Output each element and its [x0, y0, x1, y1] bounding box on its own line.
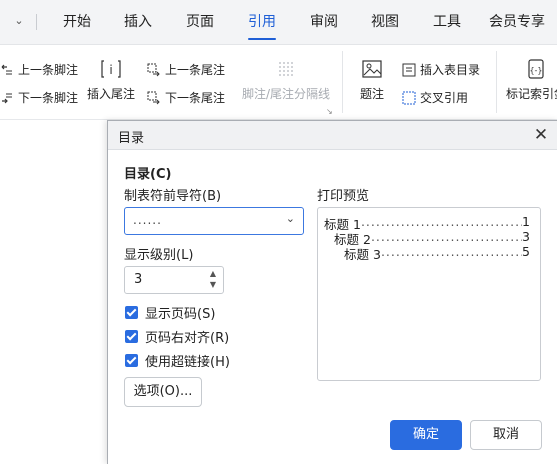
separator-icon — [279, 62, 293, 76]
tab-leader-select[interactable]: ...... ⌄ — [124, 207, 304, 235]
tab-view[interactable]: 视图 — [371, 0, 399, 44]
tab-member[interactable]: 会员专享 — [489, 0, 545, 44]
cancel-button[interactable]: 取消 — [470, 420, 542, 450]
next-footnote-icon — [2, 93, 12, 103]
ribbon-divider — [496, 51, 497, 113]
next-endnote-button[interactable]: 下一条尾注 — [147, 89, 225, 106]
cross-reference-button[interactable]: 交叉引用 — [402, 89, 468, 106]
prev-footnote-button[interactable]: 上一条脚注 — [0, 61, 78, 78]
footnote-separator-button[interactable]: 脚注/尾注分隔线 — [240, 59, 332, 102]
ribbon-tab-bar: ⌄ 开始 插入 页面 引用 审阅 视图 工具 会员专享 — [0, 0, 557, 45]
tab-home[interactable]: 开始 — [63, 0, 91, 44]
mark-index-entry-button[interactable]: {-} 标记索引剑 — [506, 59, 557, 102]
show-levels-spinbox[interactable]: 3 ▲ ▼ — [124, 266, 224, 294]
tab-references[interactable]: 引用 — [248, 0, 276, 44]
svg-text:{-}: {-} — [529, 66, 542, 75]
spin-up-icon[interactable]: ▲ — [208, 269, 218, 279]
next-footnote-button[interactable]: 下一条脚注 — [0, 89, 78, 106]
tab-insert[interactable]: 插入 — [124, 0, 152, 44]
ribbon-divider — [342, 51, 343, 113]
chevron-down-icon[interactable]: ⌄ — [10, 14, 28, 28]
image-icon — [362, 60, 382, 78]
prev-endnote-button[interactable]: 上一条尾注 — [147, 61, 225, 78]
ok-button[interactable]: 确定 — [390, 420, 462, 450]
use-hyperlinks-checkbox[interactable]: 使用超链接(H) — [125, 351, 230, 370]
checkbox-checked-icon — [125, 354, 138, 367]
ribbon-panel: 上一条脚注 下一条脚注 i 插入尾注 上一条尾注 下一条尾注 脚注/尾注分隔线 … — [0, 45, 557, 120]
show-levels-value: 3 — [134, 272, 143, 287]
preview-line: 标题 3 ...................................… — [344, 244, 530, 262]
svg-text:i: i — [109, 63, 112, 77]
tab-page[interactable]: 页面 — [186, 0, 214, 44]
caption-button[interactable]: 题注 — [355, 59, 389, 102]
insert-endnote-button[interactable]: i 插入尾注 — [86, 59, 136, 102]
preview-label: 打印预览 — [317, 189, 370, 204]
toc-dialog: 目录 ✕ 目录(C) 制表符前导符(B) ...... ⌄ 显示级别(L) 3 … — [107, 120, 557, 464]
dialog-title: 目录 — [118, 131, 145, 146]
section-title: 目录(C) — [124, 167, 172, 182]
checkbox-checked-icon — [125, 330, 138, 343]
insert-endnote-icon: i — [101, 60, 121, 78]
tab-leader-label: 制表符前导符(B) — [124, 189, 222, 204]
document-area[interactable] — [0, 120, 107, 463]
tab-tools[interactable]: 工具 — [433, 0, 461, 44]
options-button[interactable]: 选项(O)... — [124, 377, 202, 407]
group-expand-icon[interactable]: ↘ — [326, 107, 333, 116]
prev-endnote-icon — [147, 63, 160, 76]
insert-table-of-figures-button[interactable]: 插入表目录 — [402, 61, 480, 78]
checkbox-checked-icon — [125, 306, 138, 319]
show-page-numbers-checkbox[interactable]: 显示页码(S) — [125, 303, 215, 322]
table-of-figures-icon — [402, 63, 416, 76]
chevron-down-icon: ⌄ — [285, 212, 295, 225]
show-levels-label: 显示级别(L) — [124, 248, 194, 263]
dialog-title-bar: 目录 ✕ — [108, 121, 557, 150]
tab-leader-value: ...... — [133, 213, 162, 227]
tab-review[interactable]: 审阅 — [310, 0, 338, 44]
index-entry-icon: {-} — [528, 59, 544, 79]
print-preview: 标题 1 ...................................… — [317, 207, 541, 381]
next-endnote-icon — [147, 91, 160, 104]
cross-reference-icon — [402, 91, 416, 104]
spin-down-icon[interactable]: ▼ — [208, 280, 218, 290]
right-align-page-numbers-checkbox[interactable]: 页码右对齐(R) — [125, 327, 229, 346]
close-icon[interactable]: ✕ — [530, 124, 552, 146]
leader-dots: ........................................… — [380, 244, 522, 259]
prev-footnote-icon — [1, 64, 12, 74]
tab-separator — [36, 14, 37, 30]
